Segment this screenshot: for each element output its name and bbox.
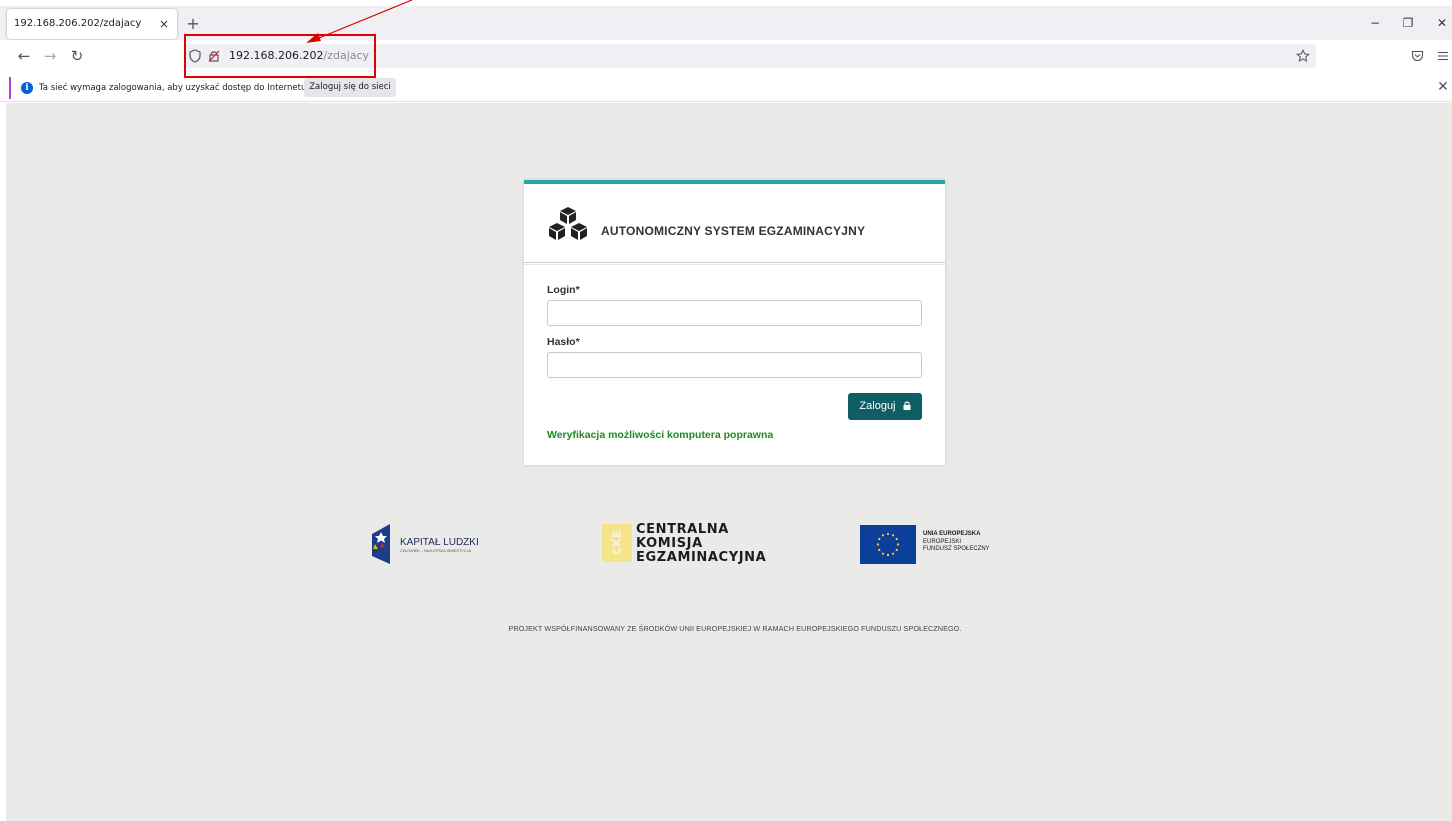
cke-line-3: EGZAMINACYJNA [636, 550, 767, 565]
pocket-icon[interactable] [1411, 50, 1424, 62]
close-window-button[interactable]: ✕ [1431, 12, 1452, 34]
notification-text: Ta sieć wymaga zalogowania, aby uzyskać … [39, 83, 310, 93]
eu-flag-logo [860, 525, 916, 564]
tab-close-icon[interactable]: × [155, 9, 173, 39]
annotation-arrow [306, 0, 413, 43]
kapital-ludzki-subtitle: CZŁOWIEK – NAJLEPSZA INWESTYCJA [400, 549, 472, 553]
info-icon: i [21, 82, 33, 94]
browser-tab[interactable]: 192.168.206.202/zdajacy [7, 9, 177, 39]
cubes-logo-icon [549, 207, 587, 240]
notification-accent [9, 77, 11, 99]
restore-button[interactable]: ❐ [1397, 12, 1419, 34]
lock-icon [903, 401, 911, 410]
reload-button[interactable]: ↻ [65, 44, 89, 68]
forward-button[interactable]: → [38, 44, 62, 68]
login-input[interactable] [547, 300, 922, 326]
password-input[interactable] [547, 352, 922, 378]
eu-line-1: UNIA EUROPEJSKA [923, 531, 981, 537]
cofinancing-footer: PROJEKT WSPÓŁFINANSOWANY ZE ŚRODKÓW UNII… [508, 624, 962, 633]
login-label: Login* [547, 284, 580, 296]
menu-icon[interactable] [1437, 50, 1449, 62]
kapital-ludzki-title: KAPITAŁ LUDZKI [400, 537, 479, 548]
minimize-button[interactable]: − [1364, 12, 1386, 34]
network-login-button[interactable]: Zaloguj się do sieci [304, 78, 396, 97]
card-divider-shadow [524, 264, 945, 265]
cke-logo-letters: CKE [610, 530, 624, 555]
cke-line-1: CENTRALNA [636, 522, 729, 537]
system-title: AUTONOMICZNY SYSTEM EGZAMINACYJNY [601, 224, 866, 238]
eu-line-3: FUNDUSZ SPOŁECZNY [923, 546, 990, 552]
cke-line-2: KOMISJA [636, 536, 703, 551]
login-button-label: Zaloguj [859, 400, 896, 412]
verification-status: Weryfikacja możliwości komputera poprawn… [547, 429, 774, 441]
bookmark-star-icon[interactable] [1296, 49, 1310, 63]
kapital-ludzki-logo [372, 524, 390, 564]
back-button[interactable]: ← [12, 44, 36, 68]
tab-title: 192.168.206.202/zdajacy [14, 18, 142, 29]
notification-close-icon[interactable]: ✕ [1435, 78, 1451, 96]
login-button[interactable]: Zaloguj [848, 393, 922, 420]
password-label: Hasło* [547, 336, 580, 348]
eu-line-2: EUROPEJSKI [923, 539, 962, 545]
card-divider [524, 262, 945, 263]
